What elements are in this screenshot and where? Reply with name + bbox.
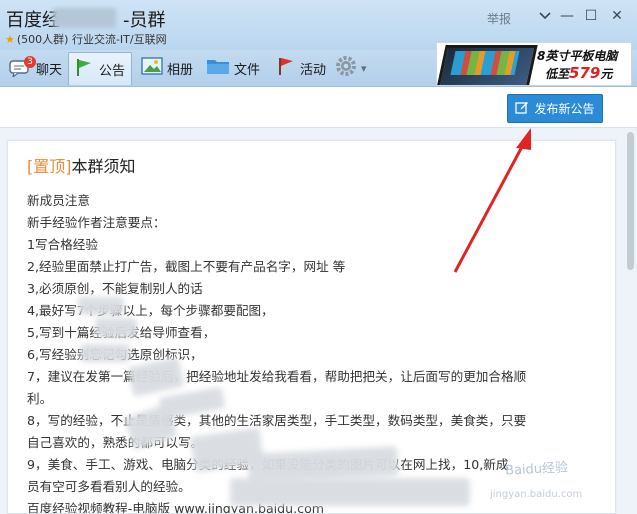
arrow-head: [516, 128, 531, 150]
annotation-arrow: [453, 128, 531, 273]
